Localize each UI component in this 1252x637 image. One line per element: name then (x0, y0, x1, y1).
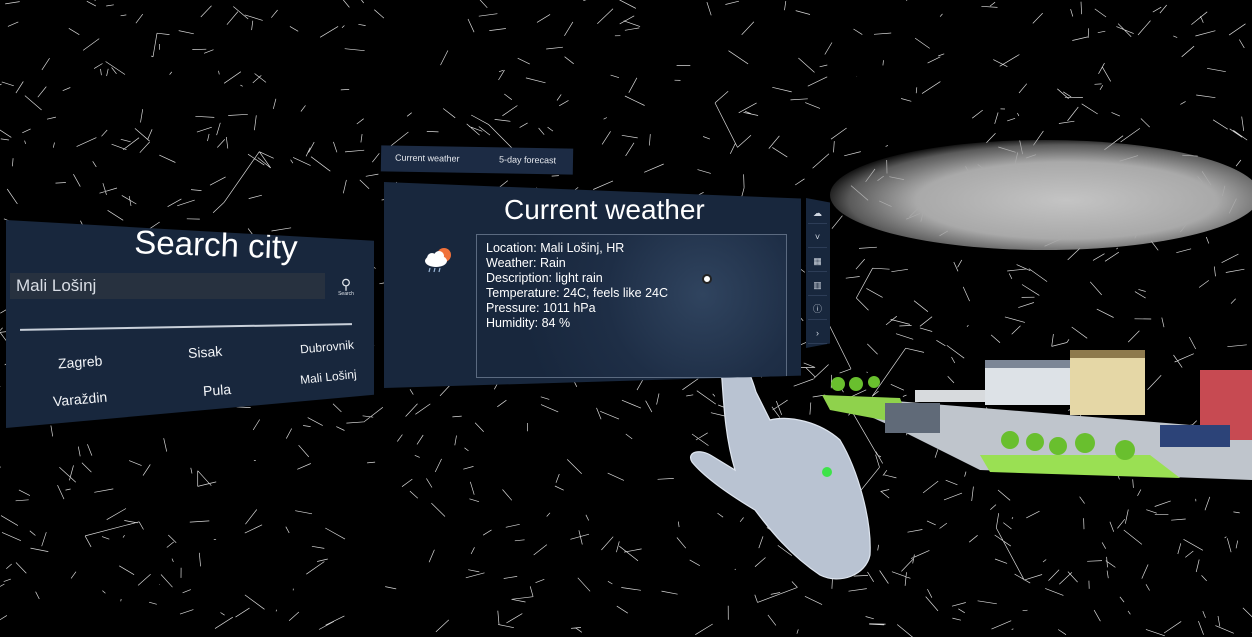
info-icon[interactable]: ⓘ (808, 300, 827, 320)
next-arrow-icon[interactable]: › (808, 324, 827, 344)
miniature-city-model (822, 350, 1252, 480)
rain-cloud (830, 140, 1252, 250)
temperature-text: Temperature: 24C, feels like 24C (486, 286, 669, 300)
search-city-panel: Search city Mali Lošinj ⚲ Search Zagreb … (6, 220, 374, 428)
current-weather-panel: Current weather Location: Mali Lošinj, H… (384, 182, 801, 388)
weather-info-box: Location: Mali Lošinj, HR Weather: Rain … (476, 234, 787, 378)
chevron-icon[interactable]: ˅ (808, 228, 827, 248)
map-icon[interactable]: ▦ (808, 252, 827, 272)
city-icon[interactable]: ▥ (808, 276, 827, 296)
city-button-dubrovnik[interactable]: Dubrovnik (299, 338, 354, 357)
city-search-input[interactable]: Mali Lošinj (10, 273, 325, 299)
tab-5-day-forecast[interactable]: 5-day forecast (499, 154, 556, 165)
weather-text: Weather: Rain (486, 256, 566, 270)
pointer-dot-icon (822, 467, 832, 477)
description-text: Description: light rain (486, 271, 603, 285)
city-button-sisak[interactable]: Sisak (187, 343, 222, 361)
pressure-text: Pressure: 1011 hPa (486, 301, 596, 315)
search-icon: ⚲ (340, 276, 352, 292)
city-button-pula[interactable]: Pula (202, 381, 231, 399)
tab-current-weather[interactable]: Current weather (395, 153, 460, 164)
city-button-varazdin[interactable]: Varaždin (52, 389, 107, 410)
location-text: Location: Mali Lošinj, HR (486, 241, 625, 255)
search-button-label: Search (338, 291, 354, 297)
cloud-icon[interactable]: ☁ (808, 204, 827, 224)
weather-panel-title: Current weather (504, 194, 705, 225)
weather-tab-bar: Current weather 5-day forecast (380, 145, 574, 175)
search-divider (20, 323, 352, 331)
side-toolbar: ☁ ˅ ▦ ▥ ⓘ › (806, 198, 830, 348)
humidity-text: Humidity: 84 % (486, 316, 571, 330)
cloud-rain-sun-icon (425, 248, 451, 273)
ray-cursor-icon (702, 274, 712, 284)
city-button-zagreb[interactable]: Zagreb (57, 352, 102, 371)
city-button-mali-losinj[interactable]: Mali Lošinj (299, 367, 357, 387)
search-button[interactable]: ⚲ Search (334, 277, 358, 303)
